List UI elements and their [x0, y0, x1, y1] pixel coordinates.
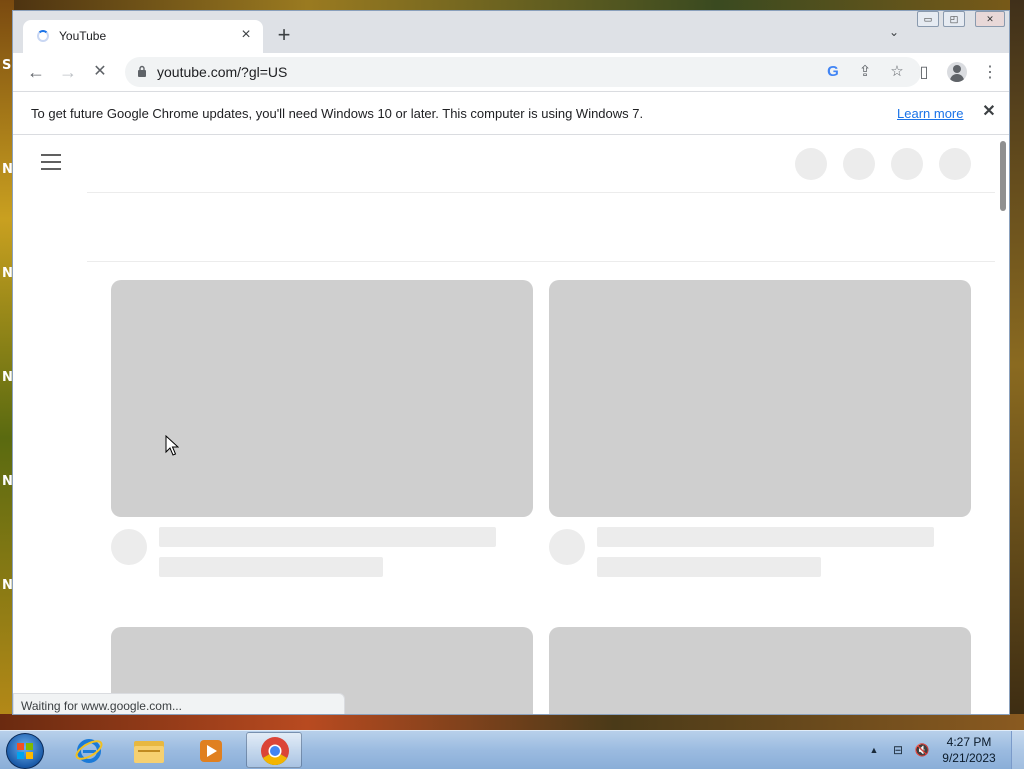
title-placeholder [159, 527, 496, 547]
windows-taskbar: ▲ ⊟ 🔇 4:27 PM 9/21/2023 [0, 730, 1024, 769]
chrome-menu-icon[interactable]: ⋮ [979, 62, 1001, 84]
tab-close-icon[interactable]: × [237, 26, 255, 44]
chrome-window: YouTube × + ⌄ ▭ ◰ ✕ ← → ✕ youtube.com/?g… [12, 10, 1010, 715]
internet-explorer-taskbar-button[interactable] [62, 732, 118, 768]
desktop-background-right [1010, 0, 1024, 730]
media-player-taskbar-button[interactable] [184, 732, 240, 768]
header-placeholder-circle [795, 148, 827, 180]
share-icon[interactable]: ⇪ [855, 62, 875, 82]
infobar-message: To get future Google Chrome updates, you… [31, 106, 644, 121]
video-thumbnail-placeholder[interactable] [549, 627, 971, 714]
maximize-button[interactable]: ◰ [943, 11, 965, 27]
status-bubble: Waiting for www.google.com... [13, 693, 345, 714]
file-explorer-taskbar-button[interactable] [122, 732, 178, 768]
chrome-icon [261, 737, 289, 765]
address-bar[interactable]: youtube.com/?gl=US G ⇪ ☆ [125, 57, 921, 87]
hamburger-menu-icon[interactable] [41, 154, 61, 170]
mouse-cursor-icon [165, 435, 179, 456]
subtitle-placeholder [159, 557, 383, 577]
tray-overflow-icon[interactable]: ▲ [866, 742, 882, 758]
learn-more-link[interactable]: Learn more [897, 106, 963, 121]
infobar-close-icon[interactable]: ✕ [979, 102, 999, 122]
tab-search-button[interactable]: ⌄ [885, 25, 903, 43]
close-window-button[interactable]: ✕ [975, 11, 1005, 27]
tab-youtube[interactable]: YouTube × [23, 20, 263, 53]
media-player-icon [200, 740, 222, 762]
video-thumbnail-placeholder[interactable] [549, 280, 971, 517]
channel-avatar-placeholder [111, 529, 147, 565]
back-button[interactable]: ← [25, 61, 47, 83]
clock-time: 4:27 PM [946, 735, 992, 749]
scrollbar-thumb[interactable] [1000, 141, 1006, 211]
folder-icon [134, 741, 164, 763]
header-placeholder-circle [891, 148, 923, 180]
lock-icon [138, 65, 146, 77]
chrome-taskbar-button[interactable] [246, 732, 302, 768]
forward-button[interactable]: → [57, 61, 79, 83]
taskbar-clock[interactable]: 4:27 PM 9/21/2023 [936, 734, 1002, 766]
side-panel-icon[interactable]: ▯ [913, 62, 935, 84]
channel-avatar-placeholder [549, 529, 585, 565]
divider [87, 261, 995, 262]
windows-logo-icon [17, 743, 33, 759]
volume-muted-icon[interactable]: 🔇 [914, 742, 930, 758]
browser-toolbar: ← → ✕ youtube.com/?gl=US G ⇪ ☆ ▯ ⋮ [13, 53, 1009, 91]
url-text[interactable]: youtube.com/?gl=US [157, 64, 287, 80]
google-lens-icon[interactable]: G [823, 62, 843, 82]
tab-strip: YouTube × + ⌄ ▭ ◰ ✕ [13, 11, 1009, 53]
youtube-page [13, 135, 1009, 714]
start-button[interactable] [6, 733, 44, 769]
update-infobar: To get future Google Chrome updates, you… [13, 91, 1009, 135]
loading-spinner-icon [37, 30, 49, 42]
bookmark-star-icon[interactable]: ☆ [887, 62, 907, 82]
desktop-background-bottom [0, 714, 1024, 730]
header-placeholder-circle [843, 148, 875, 180]
page-scrollbar[interactable] [997, 139, 1009, 714]
profile-avatar-icon[interactable] [947, 62, 967, 82]
new-tab-button[interactable]: + [273, 24, 295, 46]
clock-date: 9/21/2023 [942, 751, 996, 765]
stop-loading-button[interactable]: ✕ [89, 61, 111, 83]
desktop-icon-label[interactable]: S [2, 58, 11, 73]
internet-explorer-icon [75, 739, 103, 763]
title-placeholder [597, 527, 934, 547]
network-icon[interactable]: ⊟ [890, 742, 906, 758]
header-placeholder-circle [939, 148, 971, 180]
subtitle-placeholder [597, 557, 821, 577]
video-thumbnail-placeholder[interactable] [111, 280, 533, 517]
show-desktop-button[interactable] [1011, 731, 1024, 769]
tab-title: YouTube [59, 29, 107, 43]
minimize-button[interactable]: ▭ [917, 11, 939, 27]
divider [87, 192, 995, 193]
